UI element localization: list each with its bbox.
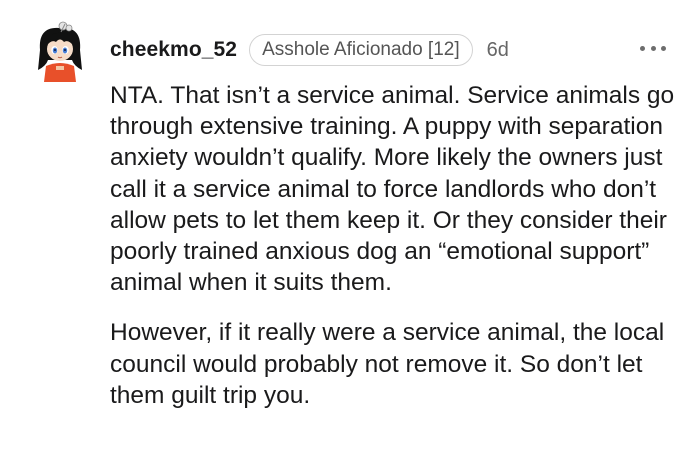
comment: cheekmo_52 Asshole Aficionado [12] 6d NT… xyxy=(0,0,700,471)
comment-paragraph: NTA. That isn’t a service animal. Servic… xyxy=(110,82,675,297)
more-dot xyxy=(650,45,656,51)
username[interactable]: cheekmo_52 xyxy=(110,38,237,62)
comment-header: cheekmo_52 Asshole Aficionado [12] 6d xyxy=(110,32,509,68)
anime-avatar-icon xyxy=(38,21,82,82)
more-options-icon[interactable] xyxy=(640,38,666,58)
user-flair: Asshole Aficionado [12] xyxy=(249,34,473,66)
more-dot xyxy=(640,45,645,51)
more-dot xyxy=(661,45,666,51)
comment-paragraph: However, if it really were a service ani… xyxy=(110,319,665,409)
comment-age: 6d xyxy=(486,38,509,61)
comment-body: NTA. That isn’t a service animal. Servic… xyxy=(110,80,680,411)
avatar[interactable] xyxy=(34,20,86,82)
